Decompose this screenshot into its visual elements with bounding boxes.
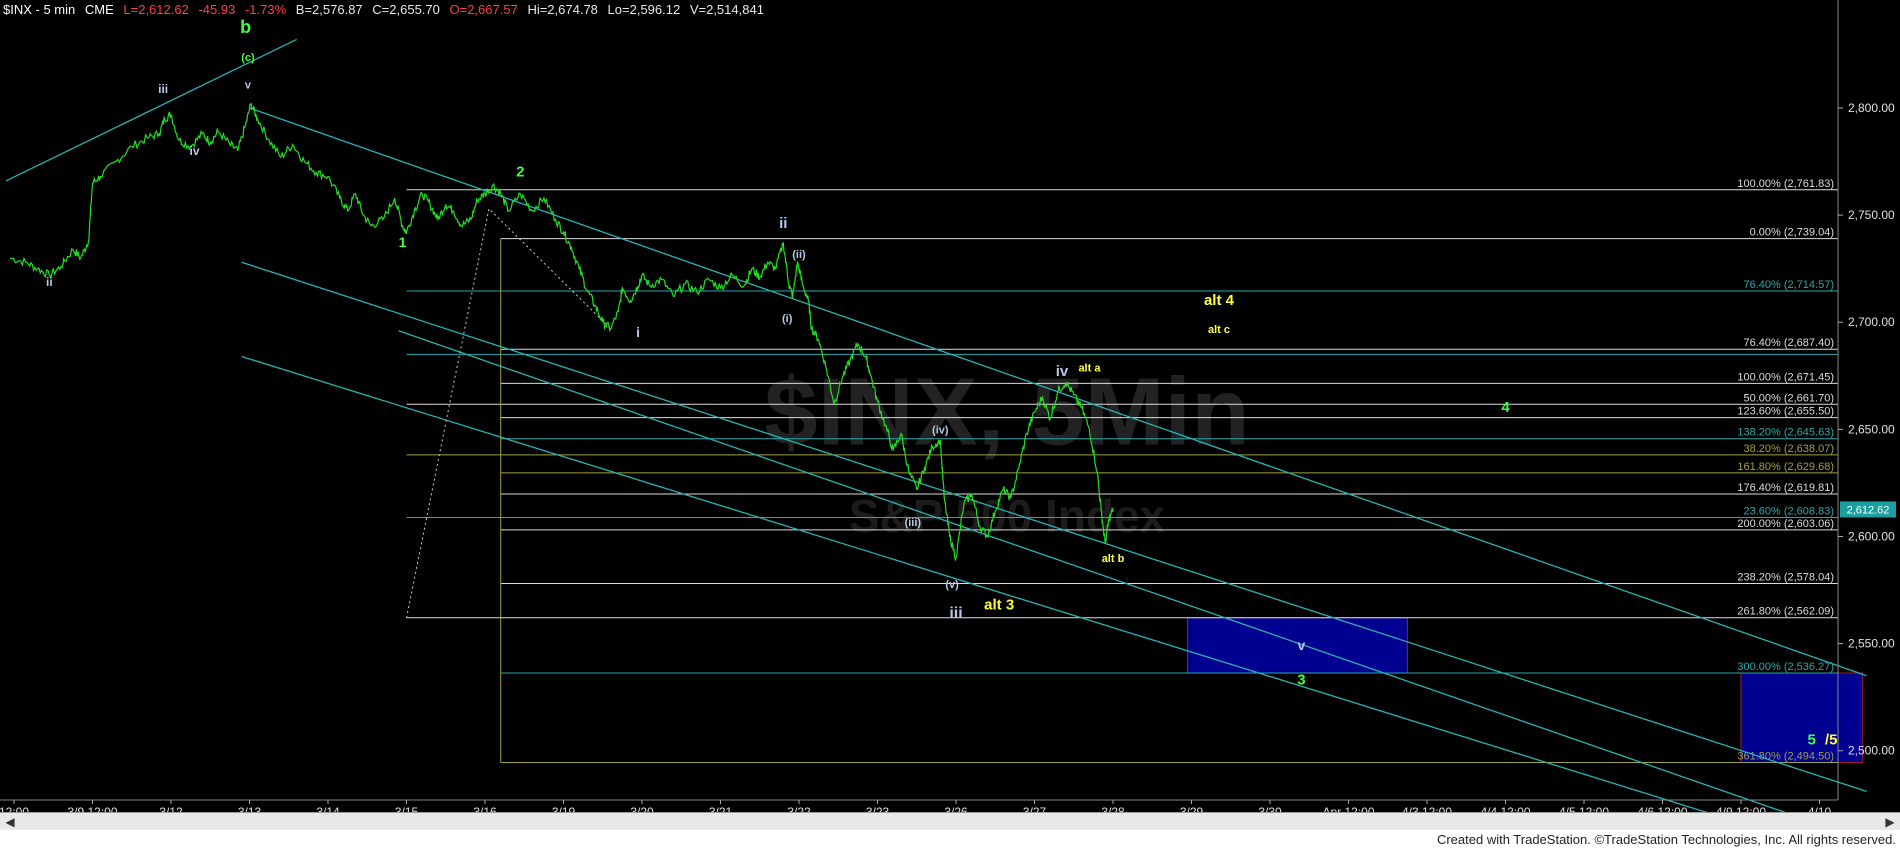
target-box [1740, 672, 1864, 764]
bid-label: B=2,576.87 [295, 2, 363, 17]
y-tick-label: 2,600.00 [1848, 529, 1895, 543]
fib-level-label: 76.40% (2,687.40) [1743, 337, 1834, 349]
wave-label: (iii) [905, 517, 922, 529]
wave-label: b [240, 17, 251, 37]
wave-label: alt c [1208, 324, 1230, 336]
change-label: -45.93 [198, 2, 236, 17]
volume-label: V=2,514,841 [689, 2, 764, 17]
symbol-label: $INX - 5 min [3, 2, 76, 17]
wave-label: (iv) [932, 425, 949, 437]
wave-label: 1 [399, 234, 407, 250]
wave-label: 4 [1501, 399, 1510, 416]
wave-label: 2 [516, 164, 524, 181]
chart-title-bar: $INX - 5 min CME L=2,612.62 -45.93 -1.73… [3, 2, 770, 17]
fib-level-label: 261.80% (2,562.09) [1737, 606, 1834, 618]
copyright-footer: Created with TradeStation. ©TradeStation… [1436, 832, 1896, 847]
fib-level-label: 138.20% (2,645.63) [1737, 427, 1834, 439]
fib-level-label: 76.40% (2,714.57) [1743, 279, 1834, 291]
wave-label: (c) [241, 52, 255, 64]
fib-level-label: 300.00% (2,536.27) [1737, 661, 1834, 673]
wave-label: alt 4 [1204, 292, 1235, 309]
wave-label: /5 [1825, 731, 1838, 748]
fib-level-label: 361.80% (2,494.50) [1737, 751, 1834, 763]
y-tick-label: 2,750.00 [1848, 208, 1895, 222]
fib-level-label: 123.60% (2,655.50) [1737, 406, 1834, 418]
wave-label: alt b [1102, 553, 1125, 565]
wave-label: i [636, 324, 640, 340]
fib-level-label: 200.00% (2,603.06) [1737, 518, 1834, 530]
open-label: O=2,667.57 [449, 2, 518, 17]
wave-label: v [1298, 637, 1306, 653]
wave-label: (ii) [792, 249, 806, 261]
exchange-label: CME [84, 2, 114, 17]
wave-label: iii [158, 82, 168, 96]
wave-label: 3 [1297, 671, 1305, 688]
wave-label: ii [779, 215, 787, 232]
wave-label: iii [949, 605, 962, 622]
high-label: Hi=2,674.78 [527, 2, 598, 17]
wave-label: ii [46, 275, 53, 289]
watermark-name: S&P 500 Index [849, 490, 1166, 542]
y-tick-label: 2,550.00 [1848, 637, 1895, 651]
fib-level-label: 161.80% (2,629.68) [1737, 461, 1834, 473]
wave-label: alt 3 [984, 596, 1014, 613]
wave-label: alt a [1078, 363, 1101, 375]
y-tick-label: 2,800.00 [1848, 101, 1895, 115]
change-pct-label: -1.73% [244, 2, 287, 17]
low-label: Lo=2,596.12 [607, 2, 681, 17]
fib-level-label: 176.40% (2,619.81) [1737, 482, 1834, 494]
last-price-label: L=2,612.62 [123, 2, 189, 17]
wave-label: (i) [782, 313, 793, 325]
fib-level-label: 0.00% (2,739.04) [1750, 227, 1834, 239]
y-tick-label: 2,650.00 [1848, 422, 1895, 436]
wave-label: (v) [945, 579, 959, 591]
fib-level-label: 100.00% (2,761.83) [1737, 178, 1834, 190]
last-price-tag-label: 2,612.62 [1847, 504, 1890, 516]
wave-label: v [245, 80, 252, 92]
y-tick-label: 2,500.00 [1848, 744, 1895, 758]
fib-level-label: 23.60% (2,608.83) [1743, 506, 1834, 518]
wave-label: iv [190, 144, 200, 158]
fib-level-label: 100.00% (2,671.45) [1737, 371, 1834, 383]
scroll-left-icon[interactable]: ◀ [2, 813, 18, 831]
fib-level-label: 38.20% (2,638.07) [1743, 443, 1834, 455]
price-chart[interactable]: $INX, 5MinS&P 500 Index100.00% (2,761.83… [0, 0, 1900, 850]
fib-level-label: 50.00% (2,661.70) [1743, 392, 1834, 404]
wave-label: 5 [1807, 731, 1815, 748]
horizontal-scrollbar[interactable]: ◀ ▶ [0, 812, 1900, 831]
fib-level-label: 238.20% (2,578.04) [1737, 572, 1834, 584]
close-label: C=2,655.70 [372, 2, 440, 17]
y-tick-label: 2,700.00 [1848, 315, 1895, 329]
scroll-right-icon[interactable]: ▶ [1882, 813, 1898, 831]
wave-label: iv [1056, 363, 1069, 380]
